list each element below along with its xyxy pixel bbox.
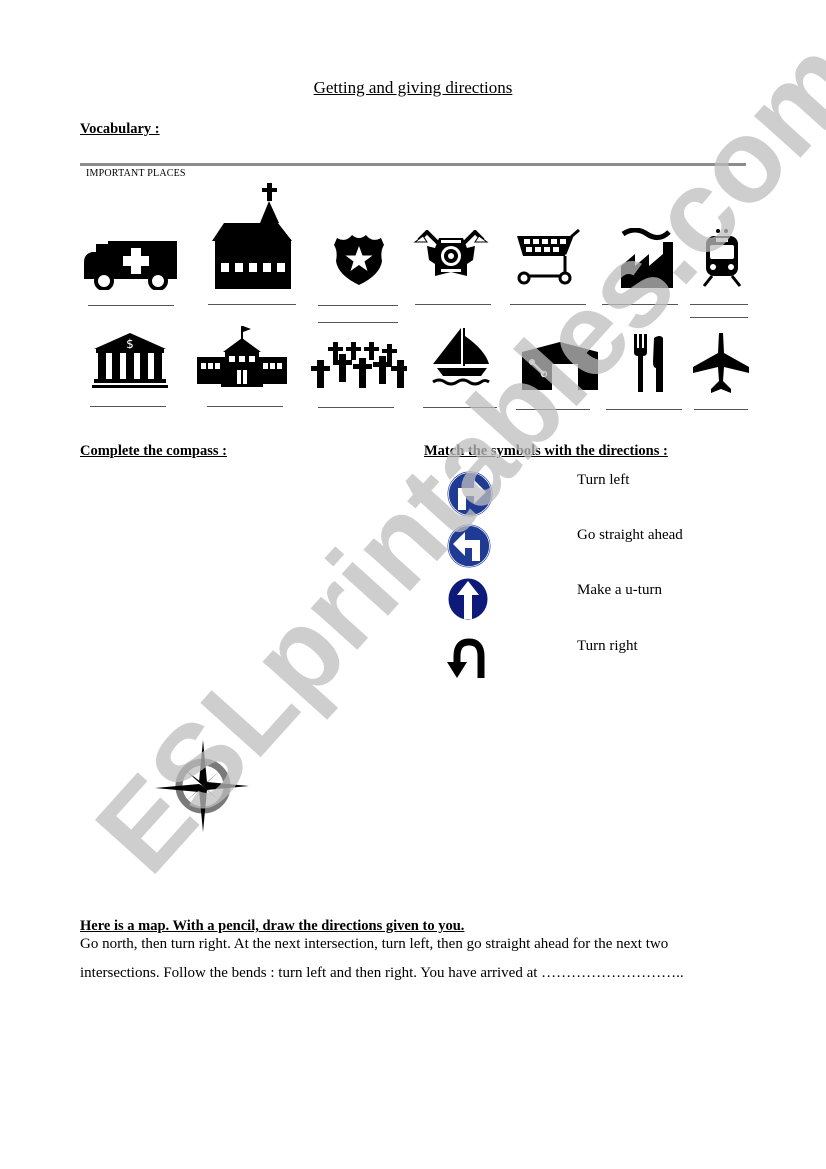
fire-department-icon: [413, 230, 489, 280]
answer-line-train-station-2[interactable]: [690, 317, 748, 318]
police-badge-icon: [332, 233, 386, 287]
garage-icon: [522, 342, 598, 390]
section-divider: [80, 163, 746, 166]
important-places-label: IMPORTANT PLACES: [86, 168, 186, 179]
answer-line-fire-station[interactable]: [415, 304, 491, 305]
answer-line-restaurant[interactable]: [606, 409, 682, 410]
compass-rose-icon: [155, 740, 249, 832]
answer-line-police-station[interactable]: [318, 305, 398, 306]
school-icon: [195, 326, 289, 388]
directions-line-2: intersections. Follow the bends : turn l…: [80, 965, 684, 981]
answer-line-airport[interactable]: [694, 409, 748, 410]
bank-icon: $: [92, 333, 168, 389]
ambulance-icon: [84, 236, 178, 290]
compass-heading: Complete the compass :: [80, 443, 227, 459]
match-heading: Match the symbols with the directions :: [424, 443, 668, 459]
direction-option-3: Make a u-turn: [577, 582, 662, 598]
restaurant-icon: [632, 334, 666, 392]
svg-text:$: $: [126, 337, 134, 351]
church-icon: [212, 183, 294, 289]
answer-line-cemetery[interactable]: [318, 407, 394, 408]
direction-option-1: Turn left: [577, 472, 630, 488]
answer-line-church[interactable]: [208, 304, 296, 305]
page-title: Getting and giving directions: [313, 78, 513, 97]
answer-line-school[interactable]: [207, 406, 283, 407]
directions-paragraph: Go north, then turn right. At the next i…: [80, 930, 760, 988]
cemetery-icon: [311, 342, 407, 390]
factory-icon: [621, 228, 677, 288]
answer-line-supermarket[interactable]: [510, 304, 586, 305]
train-icon: [700, 228, 744, 288]
direction-option-4: Turn right: [577, 638, 638, 654]
answer-line-bank[interactable]: [90, 406, 166, 407]
u-turn-icon: [447, 638, 489, 680]
answer-line-police-station-2[interactable]: [318, 322, 398, 323]
answer-line-garage[interactable]: [516, 409, 590, 410]
direction-option-2: Go straight ahead: [577, 527, 683, 543]
directions-line-1: Go north, then turn right. At the next i…: [80, 936, 669, 952]
straight-ahead-sign-icon: [447, 577, 489, 621]
answer-line-harbour[interactable]: [423, 407, 497, 408]
shopping-cart-icon: [515, 228, 581, 286]
sailboat-icon: [431, 326, 491, 390]
answer-line-factory[interactable]: [602, 304, 678, 305]
answer-line-train-station[interactable]: [690, 304, 748, 305]
airplane-icon: [693, 333, 749, 393]
vocabulary-heading: Vocabulary :: [80, 121, 160, 137]
turn-right-sign-icon: [446, 470, 494, 518]
turn-left-sign-icon: [446, 523, 492, 569]
answer-line-hospital[interactable]: [88, 305, 174, 306]
